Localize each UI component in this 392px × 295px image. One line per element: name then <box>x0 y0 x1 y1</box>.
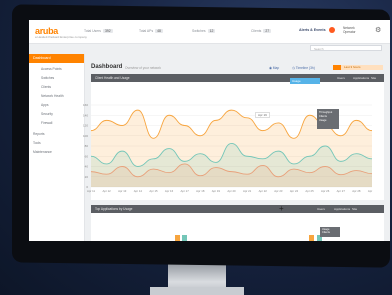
x-tick-label: Apr 17 <box>181 189 190 193</box>
stat-value: 12 <box>207 29 216 33</box>
top-bar: aruba a Hewlett Packard Enterprise compa… <box>29 20 390 44</box>
legend-item: Usage <box>319 119 327 122</box>
map-button[interactable]: ◉ Map <box>269 66 279 70</box>
panel-title: Client Health and Usage <box>95 76 130 80</box>
panel-header: Client Health and Usage Users Applicatio… <box>91 74 384 82</box>
y-tick-label: 140 <box>83 113 88 117</box>
tab-applications[interactable]: Applications <box>353 76 369 80</box>
stat-value: 27 <box>263 29 272 33</box>
y-tick-label: 80 <box>85 144 89 148</box>
alerts-link[interactable]: Alerts & Events <box>299 28 326 32</box>
bar <box>309 235 314 241</box>
sidebar-item[interactable]: Maintenance <box>33 150 52 154</box>
panel-header-2: Top Applications by Usage + Users Applic… <box>91 204 384 213</box>
sidebar-item[interactable]: Clients <box>41 85 51 89</box>
sidebar-item[interactable]: Firewall <box>41 121 52 125</box>
sidebar-item-dashboard[interactable]: Dashboard <box>29 54 84 63</box>
chart-tooltip: Apr 19 <box>255 112 270 118</box>
x-tick-label: Apr 24 <box>290 189 299 193</box>
sidebar-item[interactable]: Network Health <box>41 94 64 98</box>
apps-legend: Usage Clients <box>320 227 340 237</box>
x-tick-label: Apr 16 <box>165 189 174 193</box>
page-subtitle: Overview of your network <box>125 66 161 70</box>
stat-clients[interactable]: Clients 27 <box>251 29 272 33</box>
timeline-label: Timeline (3h) <box>295 66 315 70</box>
stat-aps[interactable]: Total APs 48 <box>139 29 163 33</box>
sidebar-item[interactable]: Switches <box>41 76 54 80</box>
chart-legend: Throughput Clients Usage <box>317 109 339 129</box>
x-tick-label: Apr 22 <box>259 189 268 193</box>
stat-value: 392 <box>102 29 113 33</box>
x-tick-label: Apr 14 <box>134 189 143 193</box>
x-tick-label: Apr 11 <box>87 189 95 193</box>
sidebar-item[interactable]: Apps <box>41 103 49 107</box>
stat-label: Clients <box>251 29 262 33</box>
sidebar-item[interactable]: Security <box>41 112 53 116</box>
stat-users[interactable]: Total Users 392 <box>84 29 113 33</box>
x-tick-label: Apr 25 <box>305 189 314 193</box>
x-tick-label: Apr 13 <box>118 189 127 193</box>
stat-switches[interactable]: Switches 12 <box>192 29 216 33</box>
y-tick-label: 20 <box>85 175 89 179</box>
x-tick-label: Apr 15 <box>149 189 158 193</box>
tab-users[interactable]: Users <box>337 76 345 80</box>
x-tick-label: Apr 29 <box>368 189 373 193</box>
time-range-selector[interactable]: Last 3 hours <box>333 65 383 70</box>
map-label: Map <box>272 66 280 70</box>
y-tick-label: 60 <box>85 154 89 158</box>
tab-users[interactable]: Users <box>317 207 325 211</box>
stat-label: Switches <box>192 29 206 33</box>
panel-title: Top Applications by Usage <box>95 207 133 211</box>
stat-label: Total APs <box>139 29 154 33</box>
sidebar-item[interactable]: Access Points <box>41 67 62 71</box>
bar <box>182 235 187 241</box>
page-title: Dashboard <box>91 64 123 70</box>
plus-icon[interactable]: + <box>279 204 284 213</box>
tab-site[interactable]: Site <box>352 207 357 211</box>
x-tick-label: Apr 19 <box>212 189 221 193</box>
x-tick-label: Apr 26 <box>321 189 330 193</box>
metric-dropdown[interactable]: Usage <box>290 78 320 84</box>
y-tick-label: 120 <box>83 124 88 128</box>
y-tick-label: 100 <box>83 134 88 138</box>
apps-panel <box>91 213 384 241</box>
range-active-segment <box>333 65 341 70</box>
x-tick-label: Apr 21 <box>243 189 252 193</box>
stat-label: Total Users <box>84 29 101 33</box>
range-label: Last 3 hours <box>344 65 361 69</box>
y-tick-label: 40 <box>85 165 89 169</box>
x-tick-label: Apr 20 <box>227 189 236 193</box>
x-tick-label: Apr 18 <box>196 189 205 193</box>
monitor-base <box>150 287 244 295</box>
tab-applications[interactable]: Applications <box>334 207 350 211</box>
tab-site[interactable]: Site <box>371 76 376 80</box>
x-tick-label: Apr 28 <box>352 189 361 193</box>
x-tick-label: Apr 23 <box>274 189 283 193</box>
y-tick-label: 160 <box>83 103 88 107</box>
legend-item: Clients <box>322 231 330 234</box>
bar <box>175 235 180 241</box>
logo-subtitle: a Hewlett Packard Enterprise company <box>35 35 87 39</box>
gear-icon[interactable]: ⚙ <box>375 26 381 34</box>
x-tick-label: Apr 27 <box>337 189 346 193</box>
sidebar-item[interactable]: Reports <box>33 132 45 136</box>
x-tick-label: Apr 12 <box>102 189 111 193</box>
search-input[interactable]: Search <box>310 45 382 51</box>
user-menu[interactable]: Network Operator <box>343 26 367 34</box>
sidebar-item[interactable]: Tools <box>33 141 41 145</box>
alert-badge-icon[interactable] <box>329 27 335 33</box>
timeline-button[interactable]: ◷ Timeline (3h) <box>292 66 315 70</box>
stat-value: 48 <box>155 29 163 33</box>
